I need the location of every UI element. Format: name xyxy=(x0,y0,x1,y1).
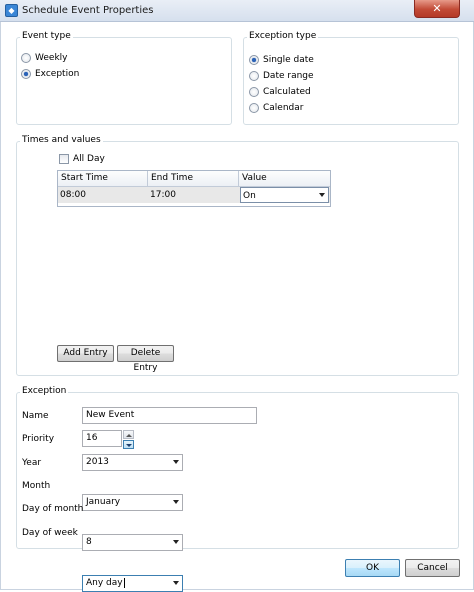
priority-down-button[interactable] xyxy=(123,440,134,449)
event-type-title: Event type xyxy=(20,31,73,41)
chevron-down-icon xyxy=(173,540,179,544)
radio-date-range-label: Date range xyxy=(263,71,314,81)
radio-exception[interactable]: Exception xyxy=(21,67,79,81)
radio-exception-button[interactable] xyxy=(21,69,31,79)
chevron-down-icon xyxy=(173,500,179,504)
app-icon: ◆ xyxy=(5,4,18,17)
day-of-week-dropdown-text: Any day xyxy=(86,578,123,588)
chevron-down-icon xyxy=(173,581,179,585)
title-bar: ◆ Schedule Event Properties ✕ xyxy=(0,0,474,22)
exception-type-title: Exception type xyxy=(247,31,319,41)
year-dropdown[interactable]: 2013 xyxy=(82,454,183,471)
month-dropdown-text: January xyxy=(86,497,121,507)
priority-up-button[interactable] xyxy=(123,430,134,439)
text-cursor xyxy=(123,577,125,588)
radio-date-range-button[interactable] xyxy=(249,71,259,81)
column-header-end-time[interactable]: End Time xyxy=(148,171,239,186)
value-dropdown-text: On xyxy=(243,191,256,201)
month-dropdown[interactable]: January xyxy=(82,494,183,511)
row-start-time[interactable]: 08:00 xyxy=(58,187,148,203)
column-header-start-time[interactable]: Start Time xyxy=(58,171,148,186)
add-entry-button[interactable]: Add Entry xyxy=(57,345,114,362)
times-grid: Start Time End Time Value 08:00 17:00 On xyxy=(57,170,331,207)
day-of-week-label: Day of week xyxy=(22,528,78,538)
radio-single-date-label: Single date xyxy=(263,55,314,65)
all-day-checkbox[interactable] xyxy=(59,154,69,164)
delete-entry-button[interactable]: Delete Entry xyxy=(117,345,174,373)
window-title: Schedule Event Properties xyxy=(22,5,154,16)
ok-button[interactable]: OK xyxy=(345,559,400,577)
radio-weekly[interactable]: Weekly xyxy=(21,51,67,65)
radio-calendar[interactable]: Calendar xyxy=(249,101,303,115)
radio-calendar-label: Calendar xyxy=(263,103,304,113)
row-value-cell[interactable]: On xyxy=(239,187,330,203)
radio-single-date-button[interactable] xyxy=(249,55,259,65)
radio-calculated-button[interactable] xyxy=(249,87,259,97)
radio-calculated-label: Calculated xyxy=(263,87,311,97)
radio-calendar-button[interactable] xyxy=(249,103,259,113)
priority-field[interactable]: 16 xyxy=(82,430,122,447)
chevron-down-icon xyxy=(319,193,325,197)
day-of-month-dropdown[interactable]: 8 xyxy=(82,534,183,551)
day-of-month-label: Day of month xyxy=(22,504,84,514)
month-label: Month xyxy=(22,481,51,491)
cancel-button[interactable]: Cancel xyxy=(405,559,460,577)
year-label: Year xyxy=(22,458,42,468)
priority-label: Priority xyxy=(22,434,55,444)
radio-calculated[interactable]: Calculated xyxy=(249,85,311,99)
close-button[interactable]: ✕ xyxy=(414,0,460,18)
day-of-week-dropdown[interactable]: Any day xyxy=(82,575,183,592)
radio-weekly-button[interactable] xyxy=(21,53,31,63)
radio-exception-label: Exception xyxy=(35,69,80,79)
table-row[interactable]: 08:00 17:00 On xyxy=(58,187,330,203)
exception-title: Exception xyxy=(20,386,69,396)
grid-header: Start Time End Time Value xyxy=(58,171,330,187)
name-label: Name xyxy=(22,411,49,421)
radio-date-range[interactable]: Date range xyxy=(249,69,314,83)
chevron-down-icon xyxy=(173,460,179,464)
close-icon: ✕ xyxy=(432,2,442,15)
value-dropdown[interactable]: On xyxy=(240,187,329,203)
column-header-value[interactable]: Value xyxy=(239,171,330,186)
times-values-title: Times and values xyxy=(20,135,103,145)
year-dropdown-text: 2013 xyxy=(86,457,109,467)
day-of-month-dropdown-text: 8 xyxy=(86,537,92,547)
radio-weekly-label: Weekly xyxy=(35,53,68,63)
all-day-label: All Day xyxy=(73,154,105,164)
all-day-checkbox-row[interactable]: All Day xyxy=(59,152,105,166)
name-field[interactable]: New Event xyxy=(82,407,257,424)
row-end-time[interactable]: 17:00 xyxy=(148,187,239,203)
radio-single-date[interactable]: Single date xyxy=(249,53,314,67)
